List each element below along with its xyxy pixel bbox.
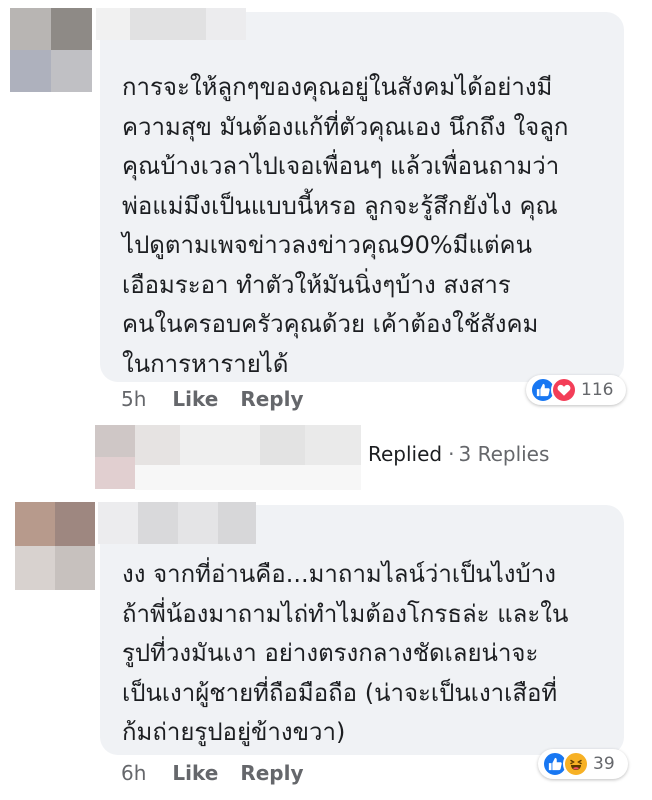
comment-text-line: รูปที่วงมันเงา อย่างตรงกลางชัดเลยน่าจะ bbox=[122, 639, 539, 667]
comment-actions: 5h Like Reply bbox=[121, 387, 304, 411]
comment-bubble: การจะให้ลูกๆของคุณอยู่ในสังคมได้อย่างมี … bbox=[100, 12, 624, 382]
like-button[interactable]: Like bbox=[172, 387, 218, 411]
comment-text-line: พ่อแม่มึงเป็นแบบนี้หรอ ลูกจะรู้สึกยังไง … bbox=[122, 191, 558, 220]
comment-timestamp[interactable]: 5h bbox=[121, 387, 146, 411]
comment-text-line: คุณบ้างเวลาไปเจอเพื่อนๆ แล้วเพื่อนถามว่า bbox=[122, 152, 560, 180]
reply-button[interactable]: Reply bbox=[240, 761, 303, 785]
reply-author-blurred[interactable] bbox=[135, 425, 361, 465]
separator-dot: · bbox=[448, 442, 455, 466]
comment-text-line: เป็นเงาผู้ชายที่ถือมือถือ (น่าจะเป็นเงาเ… bbox=[122, 678, 558, 707]
love-icon bbox=[551, 377, 577, 403]
commenter-avatar-blurred[interactable] bbox=[15, 502, 95, 590]
comment-text-line: ไปดูตามเพจข่าวลงข่าวคุณ90%มีแต่คน bbox=[122, 231, 533, 259]
comment-timestamp[interactable]: 6h bbox=[121, 761, 146, 785]
commenter-avatar-blurred[interactable] bbox=[10, 8, 92, 92]
comment-actions: 6h Like Reply bbox=[121, 761, 304, 785]
comment-text-line: งง จากที่อ่านคือ...มาถามไลน์ว่าเป็นไงบ้า… bbox=[122, 560, 556, 588]
replied-label: Replied bbox=[368, 442, 443, 466]
reaction-summary[interactable]: 39 bbox=[538, 749, 628, 779]
replies-count-link[interactable]: 3 Replies bbox=[458, 442, 549, 466]
like-button[interactable]: Like bbox=[172, 761, 218, 785]
reply-preview-blurred bbox=[135, 465, 361, 490]
comment-text-line: คนในครอบครัวคุณด้วย เค้าต้องใช้สังคม bbox=[122, 310, 539, 338]
reply-button[interactable]: Reply bbox=[240, 387, 303, 411]
comment-text-line: ก้มถ่ายรูปอยู่ข้างขวา) bbox=[122, 718, 346, 746]
reaction-count: 116 bbox=[581, 380, 614, 400]
comment-text-line: การจะให้ลูกๆของคุณอยู่ในสังคมได้อย่างมี bbox=[122, 73, 553, 101]
comment-text-line: ความสุข มันต้องแก้ที่ตัวคุณเอง นึกถึง ใจ… bbox=[122, 112, 569, 141]
commenter-name-blurred[interactable] bbox=[98, 502, 256, 544]
reply-avatar-blurred[interactable] bbox=[95, 425, 135, 489]
commenter-name-blurred[interactable] bbox=[96, 8, 246, 40]
view-replies-link[interactable]: Replied · 3 Replies bbox=[368, 442, 549, 466]
haha-icon bbox=[563, 751, 589, 777]
comment-text-line: ถ้าพี่น้องมาถามไถ่ทำไมต้องโกรธล่ะ และใน bbox=[122, 599, 569, 628]
reaction-summary[interactable]: 116 bbox=[526, 375, 626, 405]
reaction-count: 39 bbox=[593, 754, 615, 774]
comment-text-line: เอือมระอา ทำตัวให้มันนิ่งๆบ้าง สงสาร bbox=[122, 270, 511, 299]
